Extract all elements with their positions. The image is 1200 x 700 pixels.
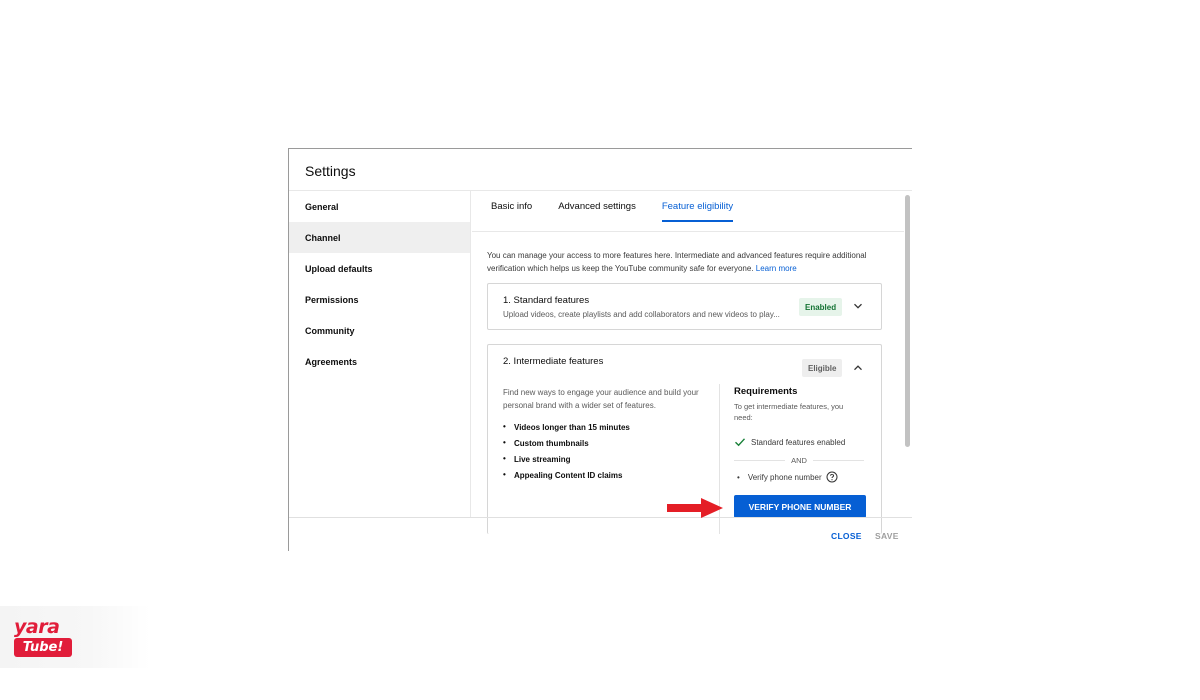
logo-wordmark-text: yara (14, 616, 60, 638)
channel-tabs: Basic info Advanced settings Feature eli… (491, 201, 759, 222)
sidebar-item-agreements[interactable]: Agreements (289, 346, 470, 377)
dialog-title: Settings (305, 163, 356, 179)
list-item: Appealing Content ID claims (503, 470, 708, 480)
bullet-icon: • (737, 472, 740, 482)
and-line-right (812, 460, 864, 461)
sidebar-item-general[interactable]: General (289, 191, 470, 222)
yaratube-logo: yara Tube! (0, 606, 150, 668)
and-label: AND (791, 456, 807, 465)
requirement-standard-enabled: Standard features enabled (734, 436, 864, 448)
requirements-column: Requirements To get intermediate feature… (734, 386, 864, 483)
standard-features-card[interactable]: 1. Standard features Upload videos, crea… (487, 283, 882, 330)
enabled-badge: Enabled (799, 298, 843, 316)
check-icon (735, 438, 746, 447)
feature-list: Videos longer than 15 minutes Custom thu… (503, 422, 708, 480)
intro-text: You can manage your access to more featu… (487, 251, 867, 273)
footer-divider (289, 517, 912, 518)
requirements-title: Requirements (734, 386, 798, 397)
tab-basic-info[interactable]: Basic info (491, 201, 532, 222)
tab-feature-eligibility[interactable]: Feature eligibility (661, 201, 734, 222)
standard-features-title: 1. Standard features (503, 295, 590, 306)
and-line-left (734, 460, 786, 461)
verify-phone-number-button[interactable]: VERIFY PHONE NUMBER (734, 495, 866, 518)
requirement-pending-label: Verify phone number (747, 472, 822, 482)
save-button[interactable]: SAVE (875, 531, 899, 541)
settings-dialog: Settings General Channel Upload defaults… (288, 148, 912, 551)
chevron-down-icon[interactable] (852, 300, 864, 312)
list-item: Videos longer than 15 minutes (503, 422, 708, 432)
tabs-divider (472, 231, 904, 232)
requirements-description: To get intermediate features, you need: (734, 402, 844, 422)
help-icon[interactable] (826, 471, 838, 483)
red-arrow-icon (667, 498, 723, 518)
eligible-badge: Eligible (802, 359, 843, 377)
intermediate-features-title: 2. Intermediate features (503, 356, 604, 367)
requirement-verify-phone: • Verify phone number (734, 471, 864, 483)
intermediate-description-column: Find new ways to engage your audience an… (503, 386, 708, 487)
sidebar-item-community[interactable]: Community (289, 315, 470, 346)
settings-sidebar: General Channel Upload defaults Permissi… (289, 191, 471, 517)
sidebar-item-upload-defaults[interactable]: Upload defaults (289, 253, 470, 284)
feature-intro: You can manage your access to more featu… (487, 249, 867, 275)
list-item: Live streaming (503, 454, 708, 464)
close-button[interactable]: CLOSE (831, 531, 862, 541)
list-item: Custom thumbnails (503, 438, 708, 448)
logo-badge: Tube! (14, 638, 72, 657)
requirement-met-label: Standard features enabled (751, 437, 846, 447)
logo-wordmark: yara (14, 616, 60, 638)
sidebar-item-permissions[interactable]: Permissions (289, 284, 470, 315)
content-scrollbar[interactable] (905, 195, 910, 447)
sidebar-item-channel[interactable]: Channel (289, 222, 470, 253)
learn-more-link[interactable]: Learn more (756, 264, 797, 273)
standard-features-subtitle: Upload videos, create playlists and add … (503, 310, 780, 319)
chevron-up-icon[interactable] (852, 362, 864, 374)
and-separator: AND (734, 456, 864, 465)
tab-advanced-settings[interactable]: Advanced settings (558, 201, 636, 222)
intermediate-description: Find new ways to engage your audience an… (503, 388, 699, 410)
